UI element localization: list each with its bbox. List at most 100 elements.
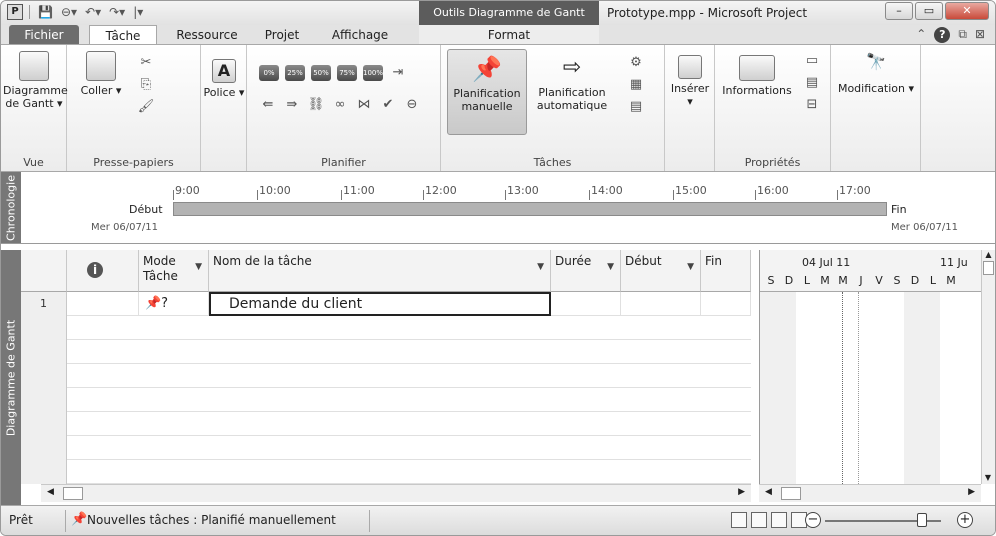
- table-row[interactable]: [21, 316, 751, 340]
- row-number[interactable]: 1: [21, 292, 67, 316]
- indicators-cell[interactable]: [67, 292, 139, 316]
- scroll-left-icon[interactable]: ◀: [765, 487, 772, 497]
- restore-window-icon[interactable]: ⧉: [958, 27, 967, 43]
- tab-view[interactable]: Affichage: [323, 25, 397, 45]
- percent-25-button[interactable]: 25%: [285, 65, 305, 81]
- duration-column-header[interactable]: Durée ▼: [551, 250, 621, 292]
- scroll-up-icon[interactable]: ▲: [982, 250, 995, 259]
- cut-icon[interactable]: ✂: [137, 55, 155, 71]
- maximize-button[interactable]: ▭: [915, 2, 943, 20]
- undo-icon[interactable]: ↶▾: [83, 5, 103, 19]
- details-icon[interactable]: ▤: [803, 75, 821, 91]
- start-cell[interactable]: [621, 292, 701, 316]
- percent-100-button[interactable]: 100%: [363, 65, 383, 81]
- sync-icon[interactable]: ⊖▾: [59, 5, 79, 19]
- help-icon[interactable]: ?: [934, 27, 951, 43]
- close-document-icon[interactable]: ⊠: [975, 27, 985, 43]
- start-filter-icon[interactable]: ▼: [687, 260, 694, 275]
- zoom-slider-thumb[interactable]: [917, 513, 927, 527]
- minimize-button[interactable]: –: [885, 2, 913, 20]
- indent-icon[interactable]: ⇛: [283, 97, 301, 113]
- table-row[interactable]: [21, 460, 751, 484]
- tab-format[interactable]: Format: [419, 25, 599, 45]
- gantt-view-icon[interactable]: [731, 512, 747, 528]
- table-row[interactable]: [21, 388, 751, 412]
- percent-75-button[interactable]: 75%: [337, 65, 357, 81]
- move-icon[interactable]: ▦: [627, 77, 645, 93]
- mode-icon[interactable]: ▤: [627, 99, 645, 115]
- percent-50-button[interactable]: 50%: [311, 65, 331, 81]
- insert-button[interactable]: Insérer ▾: [669, 55, 711, 108]
- row-number[interactable]: [21, 340, 67, 364]
- save-icon[interactable]: 💾: [36, 5, 55, 19]
- name-filter-icon[interactable]: ▼: [537, 260, 544, 275]
- scroll-left-icon[interactable]: ◀: [47, 487, 54, 497]
- table-row[interactable]: [21, 412, 751, 436]
- unlink-tasks-icon[interactable]: ∞: [331, 97, 349, 113]
- add-to-timeline-icon[interactable]: ⊟: [803, 97, 821, 113]
- grid-scroll-thumb[interactable]: [63, 487, 83, 500]
- link-tasks-icon[interactable]: ⛓: [307, 97, 325, 113]
- copy-icon[interactable]: ⎘: [137, 77, 155, 93]
- table-row[interactable]: [21, 436, 751, 460]
- scroll-right-icon[interactable]: ▶: [738, 487, 745, 497]
- new-tasks-mode[interactable]: Nouvelles tâches : Planifié manuellement: [87, 513, 336, 527]
- inactivate-icon[interactable]: ⊖: [403, 97, 421, 113]
- zoom-in-icon[interactable]: +: [957, 512, 973, 528]
- inspect-icon[interactable]: ⚙: [627, 55, 645, 71]
- timeline-pane[interactable]: Chronologie 9:00 10:00 11:00 12:00 13:00…: [1, 172, 995, 244]
- name-column-header[interactable]: Nom de la tâche ▼: [209, 250, 551, 292]
- tab-file[interactable]: Fichier: [9, 25, 79, 45]
- start-column-header[interactable]: Début ▼: [621, 250, 701, 292]
- redo-icon[interactable]: ↷▾: [107, 5, 127, 19]
- tab-task[interactable]: Tâche: [89, 25, 157, 45]
- manual-pin-question-icon[interactable]: 📌?: [139, 292, 209, 316]
- row-number[interactable]: [21, 388, 67, 412]
- mode-column-header[interactable]: Mode Tâche ▼: [139, 250, 209, 292]
- minimize-ribbon-icon[interactable]: ⌃: [916, 27, 926, 43]
- select-all-header[interactable]: [21, 250, 67, 292]
- scroll-right-icon[interactable]: ▶: [968, 487, 975, 497]
- row-number[interactable]: [21, 460, 67, 484]
- format-painter-icon[interactable]: 🖌: [137, 99, 155, 115]
- finish-column-header[interactable]: Fin: [701, 250, 751, 292]
- chart-horizontal-scrollbar[interactable]: ◀ ▶: [759, 484, 981, 502]
- team-planner-view-icon[interactable]: [771, 512, 787, 528]
- row-number[interactable]: [21, 412, 67, 436]
- auto-schedule-button[interactable]: ⇨ Planification automatique: [531, 53, 613, 112]
- information-button[interactable]: Informations: [719, 55, 795, 97]
- duration-filter-icon[interactable]: ▼: [607, 260, 614, 275]
- zoom-out-icon[interactable]: −: [805, 512, 821, 528]
- customize-qat-icon[interactable]: |▾: [131, 5, 145, 19]
- task-usage-view-icon[interactable]: [751, 512, 767, 528]
- paste-button[interactable]: Coller ▾: [71, 51, 131, 97]
- notes-icon[interactable]: ▭: [803, 53, 821, 69]
- close-button[interactable]: ✕: [945, 2, 989, 20]
- percent-0-button[interactable]: 0%: [259, 65, 279, 81]
- mode-filter-icon[interactable]: ▼: [195, 260, 202, 275]
- table-row[interactable]: 1 📌? Demande du client: [21, 292, 751, 316]
- grid-horizontal-scrollbar[interactable]: ◀ ▶: [41, 484, 751, 502]
- table-row[interactable]: [21, 364, 751, 388]
- task-name-cell[interactable]: Demande du client: [209, 292, 551, 316]
- gantt-chart-area[interactable]: 04 Jul 11 11 Ju S D L M M J V S D L M: [759, 250, 982, 484]
- chart-scroll-thumb[interactable]: [781, 487, 801, 500]
- tab-project[interactable]: Projet: [257, 25, 307, 45]
- font-button[interactable]: A Police ▾: [203, 59, 245, 99]
- split-task-icon[interactable]: ⋈: [355, 97, 373, 113]
- project-app-icon[interactable]: P: [7, 4, 23, 20]
- respect-links-icon[interactable]: ✔: [379, 97, 397, 113]
- vertical-scrollbar[interactable]: ▲ ▼: [981, 250, 995, 484]
- scroll-down-icon[interactable]: ▼: [982, 473, 994, 482]
- row-number[interactable]: [21, 316, 67, 340]
- row-number[interactable]: [21, 436, 67, 460]
- table-row[interactable]: [21, 340, 751, 364]
- manual-schedule-button[interactable]: 📌 Planification manuelle: [447, 49, 527, 135]
- row-number[interactable]: [21, 364, 67, 388]
- duration-cell[interactable]: [551, 292, 621, 316]
- tab-resource[interactable]: Ressource: [167, 25, 247, 45]
- modify-button[interactable]: 🔭 Modification ▾: [835, 54, 917, 96]
- indicators-header[interactable]: i: [67, 250, 139, 292]
- finish-cell[interactable]: [701, 292, 751, 316]
- timeline-bar[interactable]: [173, 202, 887, 216]
